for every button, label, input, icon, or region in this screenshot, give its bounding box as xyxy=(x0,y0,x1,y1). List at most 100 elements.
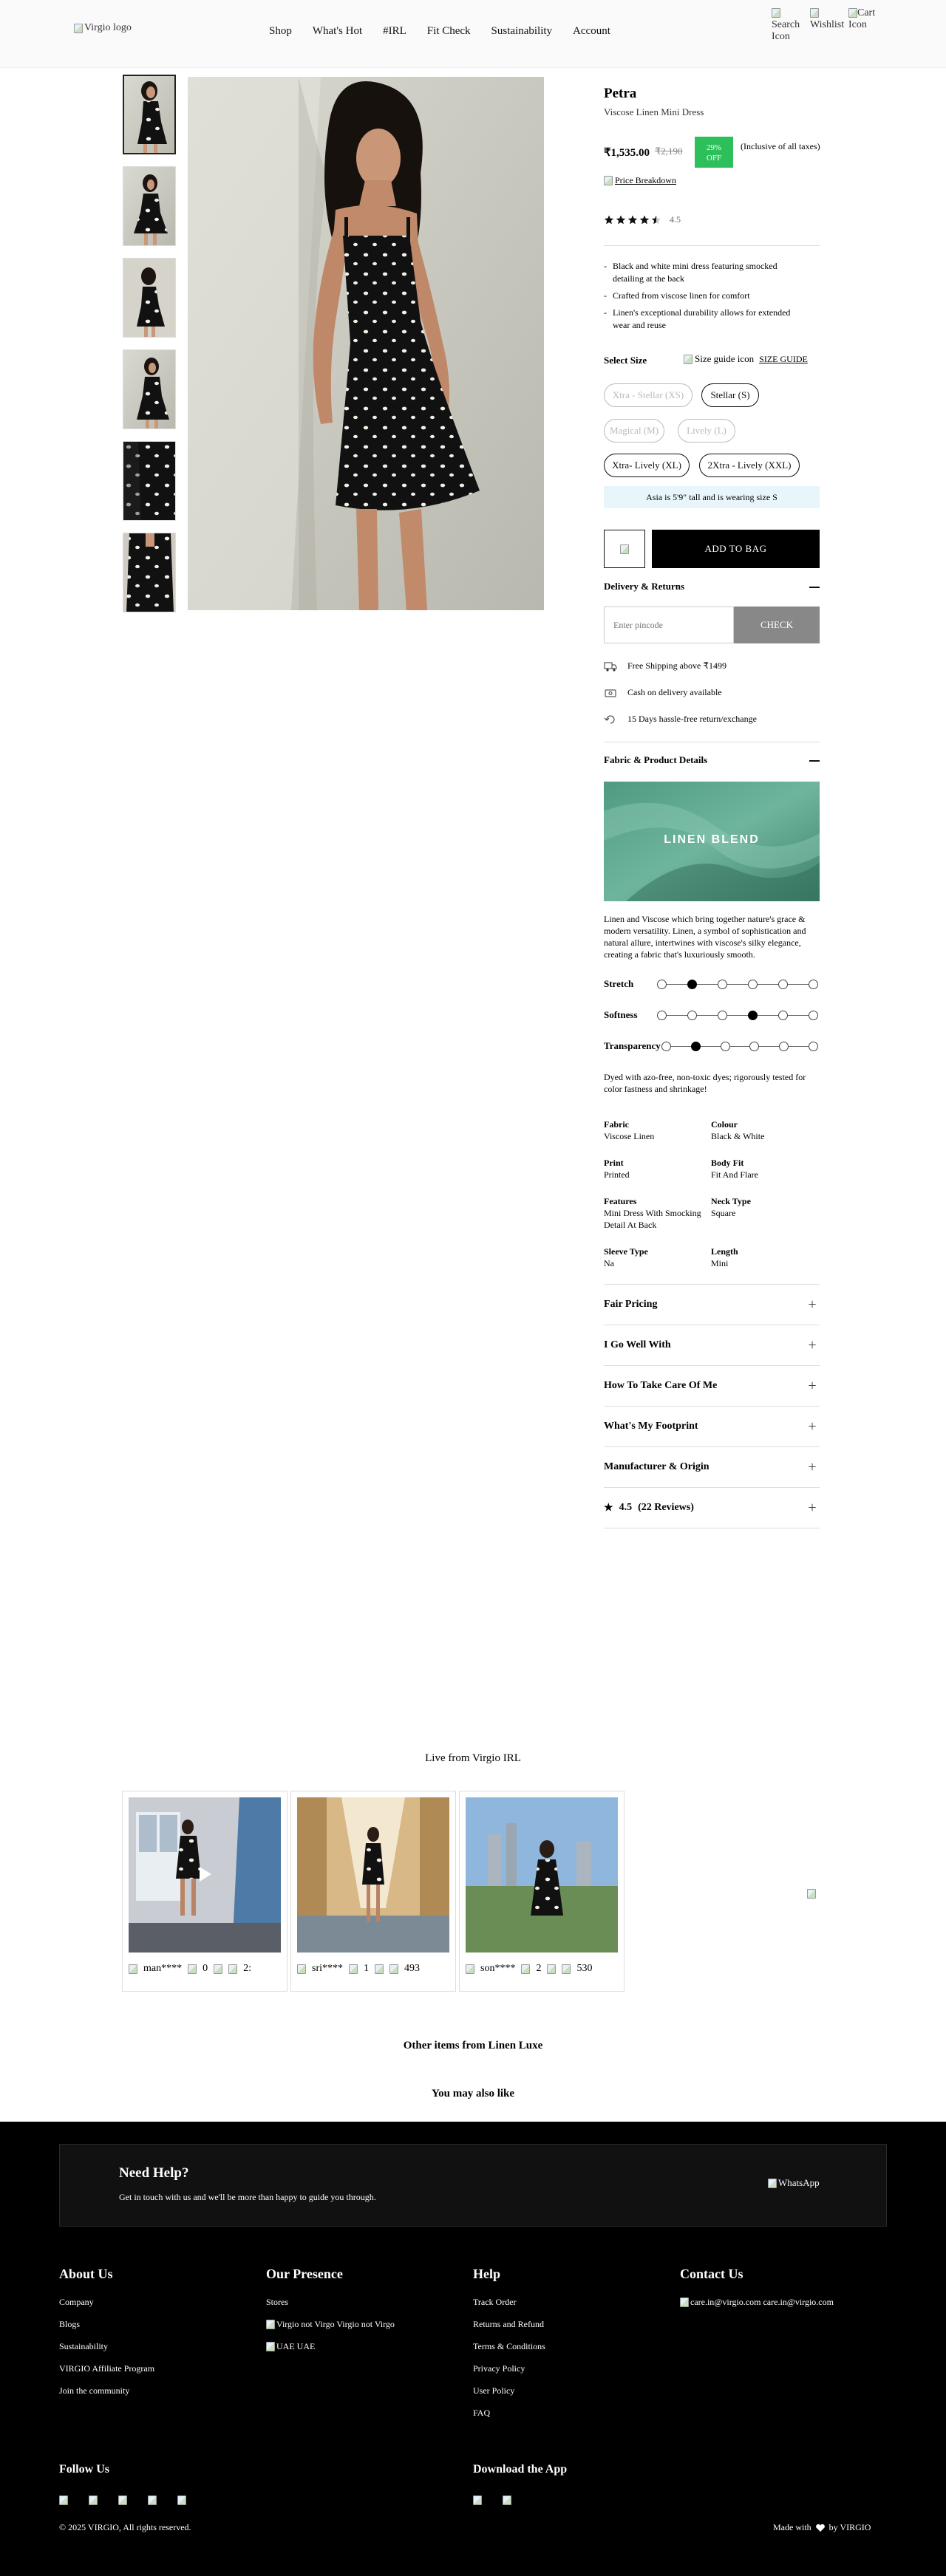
accordion-fair-pricing[interactable]: Fair Pricing + xyxy=(604,1285,820,1325)
like-icon xyxy=(521,1964,531,1974)
nav-shop[interactable]: Shop xyxy=(269,25,292,38)
delivery-returns-header[interactable]: Delivery & Returns xyxy=(604,581,820,592)
product-name: Petra xyxy=(604,86,637,101)
footer-link-virgio[interactable]: Virgio not Virgo Virgio not Virgo xyxy=(266,2319,395,2330)
need-help-title: Need Help? xyxy=(119,2165,189,2181)
cart-icon[interactable]: Cart Icon xyxy=(848,7,881,43)
footer-link-track-order[interactable]: Track Order xyxy=(473,2297,545,2308)
footer-link-sustainability[interactable]: Sustainability xyxy=(59,2341,154,2352)
app-store-icon[interactable] xyxy=(473,2495,482,2505)
product-highlights: - Black and white mini dress featuring sm… xyxy=(604,260,796,332)
footer-contact-email[interactable]: care.in@virgio.com care.in@virgio.com xyxy=(680,2297,834,2308)
twitter-icon[interactable] xyxy=(118,2495,127,2505)
play-store-icon[interactable] xyxy=(503,2495,511,2505)
size-xl-option[interactable]: Xtra- Lively (XL) xyxy=(604,454,690,477)
scale-dot xyxy=(809,1011,818,1020)
scale-dot xyxy=(661,1042,671,1051)
irl-reel-card[interactable]: sri**** 1 493 xyxy=(290,1791,456,1992)
footer-link-blogs[interactable]: Blogs xyxy=(59,2319,154,2330)
nav-whats-hot[interactable]: What's Hot xyxy=(313,25,362,38)
footer-link-privacy[interactable]: Privacy Policy xyxy=(473,2363,545,2374)
like-icon xyxy=(349,1964,358,1974)
nav-irl[interactable]: #IRL xyxy=(383,25,406,38)
add-to-bag-button[interactable]: ADD TO BAG xyxy=(652,530,820,568)
size-guide-icon xyxy=(684,354,693,364)
thumbnail-1[interactable] xyxy=(123,75,176,154)
accordion-reviews[interactable]: ★ 4.5 (22 Reviews) + xyxy=(604,1488,820,1528)
footer-link-affiliate[interactable]: VIRGIO Affiliate Program xyxy=(59,2363,154,2374)
accordion-care[interactable]: How To Take Care Of Me + xyxy=(604,1366,820,1407)
play-icon[interactable] xyxy=(194,1864,214,1885)
select-size-label: Select Size xyxy=(604,355,647,366)
irl-reel-card[interactable]: man**** 0 2: xyxy=(122,1791,287,1992)
highlight-item: - Black and white mini dress featuring sm… xyxy=(604,261,777,284)
footer-link-terms[interactable]: Terms & Conditions xyxy=(473,2341,545,2352)
accordion-manufacturer[interactable]: Manufacturer & Origin + xyxy=(604,1447,820,1488)
accordion-go-well-with[interactable]: I Go Well With + xyxy=(604,1325,820,1366)
carousel-next-icon[interactable] xyxy=(807,1887,816,1899)
facebook-icon[interactable] xyxy=(89,2495,98,2505)
view-icon xyxy=(228,1964,238,1974)
footer-link-user-policy[interactable]: User Policy xyxy=(473,2385,545,2396)
reel-meta: man**** 0 2: xyxy=(129,1963,281,1975)
main-product-image[interactable] xyxy=(188,77,544,610)
size-guide-link[interactable]: Size guide icon SIZE GUIDE xyxy=(684,353,808,365)
wishlist-button[interactable] xyxy=(604,530,645,568)
size-xxl-option[interactable]: 2Xtra - Lively (XXL) xyxy=(699,454,800,477)
size-xs-option[interactable]: Xtra - Stellar (XS) xyxy=(604,383,693,407)
thumbnail-5[interactable] xyxy=(123,441,176,521)
perk-free-shipping: Free Shipping above ₹1499 xyxy=(604,660,726,672)
star-icon: ★ xyxy=(604,1502,613,1514)
virgio-logo[interactable]: Virgio logo xyxy=(74,22,132,34)
spec-print: Print Printed xyxy=(604,1158,630,1180)
size-l-option[interactable]: Lively (L) xyxy=(678,419,735,443)
footer-link-stores[interactable]: Stores xyxy=(266,2297,395,2308)
linkedin-icon[interactable] xyxy=(177,2495,186,2505)
cash-icon xyxy=(605,689,616,697)
thumbnail-4[interactable] xyxy=(123,349,176,429)
nav-account[interactable]: Account xyxy=(573,25,610,38)
footer-link-returns[interactable]: Returns and Refund xyxy=(473,2319,545,2330)
reel-meta: sri**** 1 493 xyxy=(297,1963,449,1975)
wishlist-icon[interactable]: Wishlist xyxy=(810,7,844,43)
footer-link-company[interactable]: Company xyxy=(59,2297,154,2308)
perk-returns: 15 Days hassle-free return/exchange xyxy=(604,714,757,725)
download-app-title: Download the App xyxy=(473,2463,568,2476)
spec-colour: Colour Black & White xyxy=(711,1119,765,1141)
price-breakdown-link[interactable]: Price Breakdown xyxy=(604,175,676,186)
accordion-footprint[interactable]: What's My Footprint + xyxy=(604,1407,820,1447)
footer-link-community[interactable]: Join the community xyxy=(59,2385,154,2396)
scale-dot xyxy=(809,980,818,989)
product-mrp: ₹2,190 xyxy=(655,146,683,157)
thumbnail-3[interactable] xyxy=(123,258,176,338)
instagram-icon[interactable] xyxy=(59,2495,68,2505)
irl-reel-card[interactable]: son**** 2 530 xyxy=(459,1791,625,1992)
thumbnail-2[interactable] xyxy=(123,166,176,246)
search-icon[interactable]: Search Icon xyxy=(772,7,804,43)
site-header: Virgio logo Shop What's Hot #IRL Fit Che… xyxy=(0,0,946,68)
nav-fit-check[interactable]: Fit Check xyxy=(427,25,471,38)
stretch-scale xyxy=(657,980,818,990)
scale-dot xyxy=(749,1042,760,1051)
footer-link-faq[interactable]: FAQ xyxy=(473,2408,545,2419)
truck-icon xyxy=(604,662,617,672)
scale-dot xyxy=(748,1011,758,1020)
spec-fabric: Fabric Viscose Linen xyxy=(604,1119,655,1141)
pincode-input[interactable] xyxy=(604,607,734,643)
size-s-option[interactable]: Stellar (S) xyxy=(701,383,759,407)
whatsapp-icon[interactable]: WhatsApp xyxy=(768,2177,820,2189)
size-m-option[interactable]: Magical (M) xyxy=(604,419,664,443)
reel-meta: son**** 2 530 xyxy=(466,1963,618,1975)
nav-sustainability[interactable]: Sustainability xyxy=(491,25,553,38)
scale-dot xyxy=(779,1042,789,1051)
fabric-details-header[interactable]: Fabric & Product Details xyxy=(604,754,820,766)
footer-link-uae[interactable]: UAE UAE xyxy=(266,2341,395,2352)
check-pincode-button[interactable]: CHECK xyxy=(734,607,820,643)
youtube-icon[interactable] xyxy=(148,2495,157,2505)
footer-contact-col: Contact Us care.in@virgio.com care.in@vi… xyxy=(680,2266,834,2308)
scale-dot xyxy=(687,980,697,989)
main-nav: Shop What's Hot #IRL Fit Check Sustainab… xyxy=(269,25,631,38)
comment-icon xyxy=(214,1964,223,1974)
thumbnail-6[interactable] xyxy=(123,533,176,612)
divider xyxy=(604,245,820,246)
